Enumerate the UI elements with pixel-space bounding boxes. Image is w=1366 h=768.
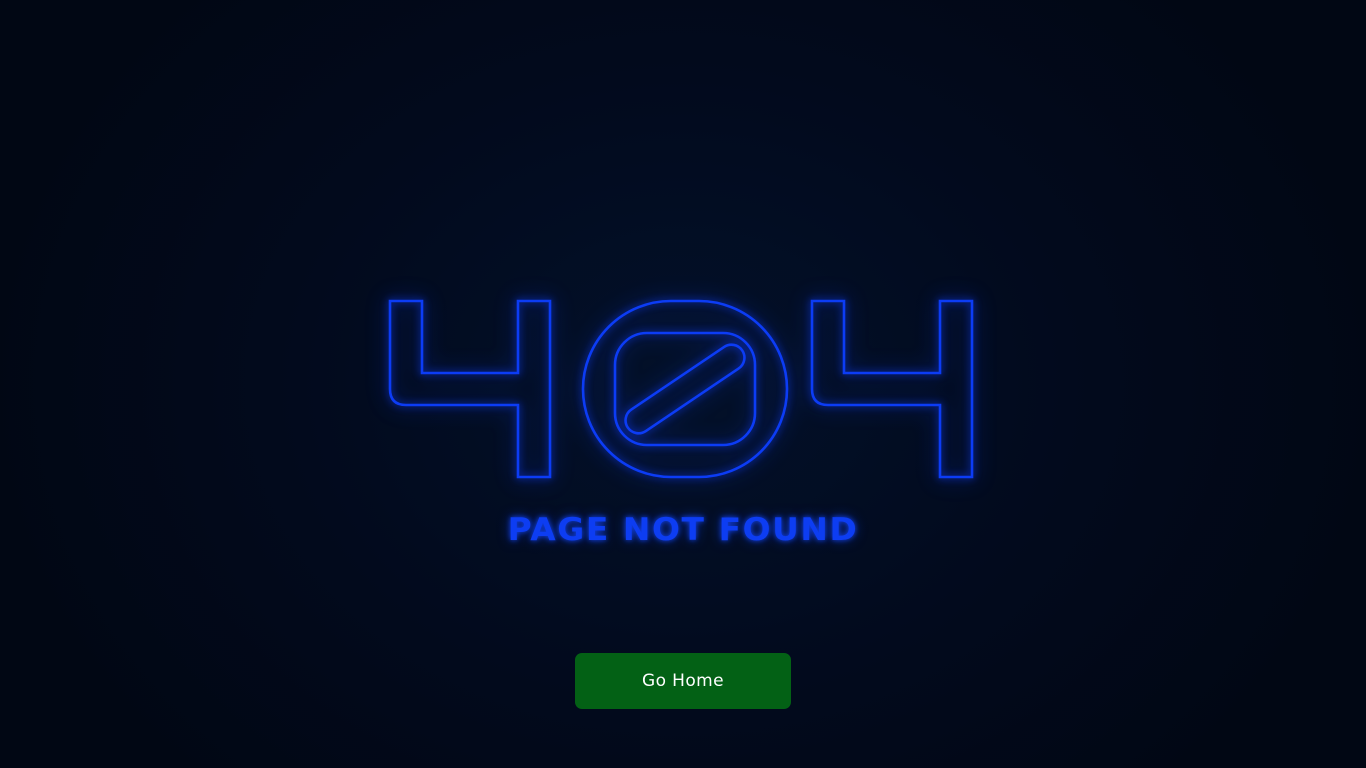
digit-0-outer — [581, 299, 789, 479]
error-page: 404 PAGE NOT FOUND Go Home — [0, 0, 1366, 768]
error-code-graphic: 404 — [385, 296, 979, 482]
neon-404-svg — [388, 299, 974, 479]
go-home-button[interactable]: Go Home — [575, 653, 791, 709]
page-not-found-heading: PAGE NOT FOUND — [507, 512, 859, 548]
digit-0-slash — [624, 343, 746, 435]
digit-4-right — [810, 299, 974, 479]
digit-4-left — [388, 299, 552, 479]
digit-0-inner — [613, 331, 757, 447]
